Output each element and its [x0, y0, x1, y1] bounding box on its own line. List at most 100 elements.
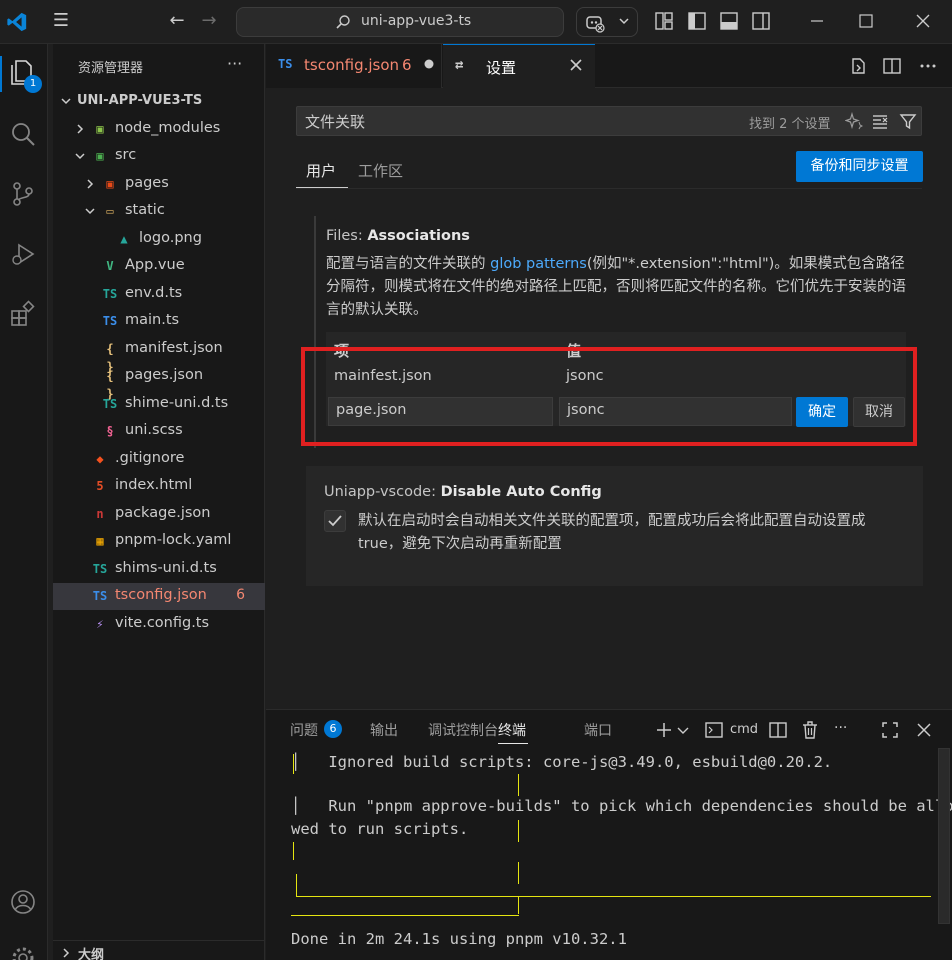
tree-item[interactable]: TS main.ts	[53, 308, 265, 335]
outline-section[interactable]: 大纲	[53, 940, 265, 960]
tree-item-label: src	[115, 147, 137, 163]
file-type-icon: V	[106, 259, 114, 273]
menu-icon[interactable]: ☰	[50, 10, 72, 32]
forward-arrow-icon[interactable]: →	[198, 10, 220, 32]
copilot-icon	[586, 16, 605, 33]
box-border	[518, 862, 519, 884]
customize-layout-icon[interactable]	[654, 11, 674, 31]
close-window-icon[interactable]	[914, 12, 932, 30]
tree-item[interactable]: ▣ pages	[53, 171, 265, 198]
desc-text: 配置与语言的文件关联的	[326, 256, 491, 272]
checkmark-icon	[328, 515, 342, 527]
tab-tsconfig[interactable]: TS tsconfig.json 6	[266, 44, 442, 88]
run-debug-icon[interactable]	[9, 240, 37, 268]
more-actions-icon[interactable]	[918, 56, 938, 76]
setting-title: Uniapp-vscode: Disable Auto Config	[324, 484, 602, 500]
tree-item[interactable]: 5 index.html	[53, 473, 265, 500]
terminal-line: wed to run scripts.	[291, 820, 469, 838]
account-icon[interactable]	[9, 888, 37, 916]
extensions-icon[interactable]	[9, 300, 37, 328]
settings-search-input[interactable]: 文件关联 找到 2 个设置	[296, 106, 922, 136]
tree-item[interactable]: ▣ src	[53, 143, 265, 170]
file-type-icon: ◆	[96, 451, 104, 466]
terminal-scrollbar[interactable]	[938, 748, 950, 924]
outline-label: 大纲	[78, 948, 105, 960]
toggle-secondary-sidebar-icon[interactable]	[751, 11, 771, 31]
tree-item[interactable]: { } manifest.json	[53, 336, 265, 374]
open-settings-json-icon[interactable]	[848, 56, 868, 76]
minimize-icon[interactable]	[808, 12, 826, 30]
close-icon[interactable]	[569, 58, 583, 72]
chevron-down-icon	[61, 98, 71, 105]
terminal-output[interactable]: │ Ignored build scripts: core-js@3.49.0,…	[291, 710, 952, 960]
tree-item[interactable]: TS shims-uni.d.ts	[53, 556, 265, 583]
filter-icon[interactable]	[899, 112, 917, 130]
toggle-primary-sidebar-icon[interactable]	[687, 11, 707, 31]
tree-item[interactable]: § uni.scss	[53, 418, 265, 445]
search-text: uni-app-vue3-ts	[361, 13, 472, 29]
chevron-right-icon	[77, 123, 84, 134]
chevron-down-icon	[619, 18, 629, 25]
box-border	[296, 874, 297, 896]
tree-item[interactable]: ⚡ vite.config.ts	[53, 611, 265, 638]
tab-workspace[interactable]: 工作区	[358, 160, 403, 181]
chevron-right-icon	[63, 948, 70, 958]
split-editor-icon[interactable]	[882, 56, 902, 76]
box-border	[296, 896, 931, 897]
tab-label: 设置	[486, 59, 517, 77]
search-icon[interactable]	[9, 120, 37, 148]
command-center-search[interactable]: uni-app-vue3-ts	[236, 7, 564, 37]
glob-patterns-link[interactable]: glob patterns	[490, 256, 587, 272]
sparkle-icon[interactable]	[845, 112, 863, 130]
highlight-annotation-box	[301, 347, 917, 446]
tree-item[interactable]: ▣ node_modules	[53, 116, 265, 143]
tree-item[interactable]: ▲ logo.png	[53, 226, 265, 253]
box-border	[293, 754, 294, 774]
clear-filter-icon[interactable]	[871, 112, 889, 130]
file-type-icon: { }	[106, 369, 114, 401]
tree-item-label: manifest.json	[125, 339, 223, 356]
source-control-icon[interactable]	[9, 180, 37, 208]
file-type-icon: 5	[96, 479, 104, 493]
toggle-panel-icon[interactable]	[719, 11, 739, 31]
problem-count-badge: 6	[236, 587, 245, 603]
box-border	[291, 915, 519, 916]
tree-item[interactable]: ◆ .gitignore	[53, 446, 265, 473]
editor-tabs: TS tsconfig.json 6 ⇄ 设置	[266, 44, 952, 88]
tree-item[interactable]: UNI-APP-VUE3-TS	[53, 88, 265, 115]
tree-item[interactable]: TS env.d.ts	[53, 281, 265, 308]
tree-item[interactable]: TS shime-uni.d.ts	[53, 391, 265, 418]
explorer-sidebar: 资源管理器 ··· UNI-APP-VUE3-TS ▣ node_modules ▣ s…	[53, 44, 265, 960]
maximize-icon[interactable]	[857, 12, 875, 30]
tree-item[interactable]: ▭ static	[53, 198, 265, 225]
disable-auto-config-checkbox[interactable]	[324, 510, 346, 532]
active-tab-underline	[296, 187, 348, 188]
more-actions-icon[interactable]: ···	[227, 54, 242, 73]
manage-gear-icon[interactable]	[9, 944, 37, 960]
search-query: 文件关联	[305, 113, 366, 131]
file-type-icon: { }	[106, 341, 114, 374]
terminal-line: │ Run "pnpm approve-builds" to pick whic…	[291, 797, 952, 815]
folder-icon: ▭	[106, 204, 114, 218]
tree-item[interactable]: V App.vue	[53, 253, 265, 280]
bottom-panel: 问题 6 输出 调试控制台 终端 端口 cmd ··· │ Ignored bu…	[266, 709, 952, 960]
ts-file-icon: TS	[278, 57, 293, 71]
scope-divider	[296, 188, 922, 189]
vscode-logo-icon[interactable]	[6, 11, 28, 33]
tab-label: tsconfig.json	[304, 56, 400, 74]
unsaved-dot-icon[interactable]	[422, 57, 436, 71]
tab-settings[interactable]: ⇄ 设置	[443, 44, 595, 88]
box-border	[293, 842, 294, 860]
tree-item[interactable]: TS tsconfig.json 6	[53, 583, 265, 610]
file-type-icon: TS	[92, 561, 108, 576]
tree-item[interactable]: ▦ pnpm-lock.yaml	[53, 528, 265, 555]
backup-sync-button[interactable]: 备份和同步设置	[796, 151, 923, 182]
tree-item[interactable]: { } pages.json	[53, 363, 265, 401]
folder-icon: ▣	[96, 149, 104, 163]
tab-user[interactable]: 用户	[306, 160, 336, 181]
tree-item[interactable]: n package.json	[53, 501, 265, 528]
tree-item-label: pages	[125, 174, 169, 191]
file-type-icon: TS	[102, 314, 118, 328]
back-arrow-icon[interactable]: ←	[166, 10, 188, 32]
copilot-button[interactable]	[576, 7, 638, 37]
